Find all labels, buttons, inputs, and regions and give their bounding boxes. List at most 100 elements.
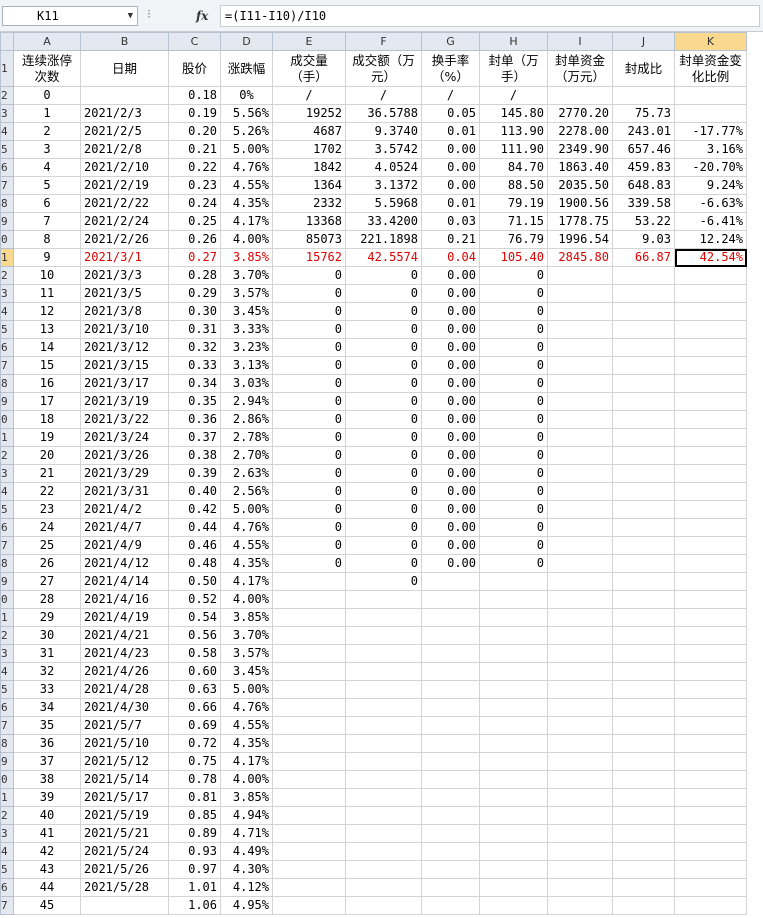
grid-cell[interactable] (272, 572, 346, 591)
grid-cell[interactable]: 21 (13, 464, 81, 483)
grid-cell[interactable]: 0.27 (168, 248, 221, 267)
grid-cell[interactable]: 2.86% (220, 410, 273, 429)
grid-cell[interactable] (674, 680, 747, 699)
grid-cell[interactable] (421, 770, 480, 789)
grid-cell[interactable]: 2 (13, 122, 81, 141)
header-cell[interactable]: 连续涨停次数 (13, 50, 81, 87)
grid-cell[interactable]: 32 (13, 662, 81, 681)
column-header[interactable]: J (612, 32, 675, 51)
grid-cell[interactable]: 40 (13, 806, 81, 825)
grid-cell[interactable] (612, 824, 675, 843)
grid-cell[interactable]: 0.33 (168, 356, 221, 375)
grid-cell[interactable]: 0.00 (421, 338, 480, 357)
grid-cell[interactable]: 9 (13, 248, 81, 267)
grid-cell[interactable] (612, 896, 675, 915)
grid-cell[interactable] (345, 680, 422, 699)
grid-cell[interactable]: 2021/3/5 (80, 284, 169, 303)
grid-cell[interactable]: 0.03 (421, 212, 480, 231)
grid-cell[interactable]: 1900.56 (547, 194, 613, 213)
grid-cell[interactable] (547, 896, 613, 915)
grid-cell[interactable] (421, 644, 480, 663)
grid-cell[interactable] (421, 896, 480, 915)
grid-cell[interactable]: 0 (345, 464, 422, 483)
grid-cell[interactable] (674, 338, 747, 357)
grid-cell[interactable]: 0.30 (168, 302, 221, 321)
grid-cell[interactable]: 0.85 (168, 806, 221, 825)
grid-cell[interactable]: 1778.75 (547, 212, 613, 231)
grid-cell[interactable] (80, 896, 169, 915)
row-header[interactable]: 0 (0, 410, 14, 429)
grid-cell[interactable]: 76.79 (479, 230, 548, 249)
grid-cell[interactable]: 2770.20 (547, 104, 613, 123)
grid-cell[interactable] (479, 878, 548, 897)
column-header[interactable]: G (421, 32, 480, 51)
grid-cell[interactable] (674, 374, 747, 393)
grid-cell[interactable] (421, 842, 480, 861)
grid-cell[interactable]: 2021/4/28 (80, 680, 169, 699)
column-header[interactable]: B (80, 32, 169, 51)
row-header[interactable]: 4 (0, 662, 14, 681)
grid-cell[interactable]: 0 (272, 284, 346, 303)
grid-cell[interactable]: 6 (13, 194, 81, 213)
row-header[interactable]: 0 (0, 590, 14, 609)
grid-cell[interactable]: 2021/3/19 (80, 392, 169, 411)
grid-cell[interactable]: 5.56% (220, 104, 273, 123)
grid-cell[interactable]: 0.66 (168, 698, 221, 717)
grid-cell[interactable] (421, 752, 480, 771)
grid-cell[interactable]: 0.60 (168, 662, 221, 681)
grid-cell[interactable]: 9.03 (612, 230, 675, 249)
grid-cell[interactable]: 2278.00 (547, 122, 613, 141)
grid-cell[interactable]: 3.85% (220, 248, 273, 267)
grid-cell[interactable]: 2021/2/10 (80, 158, 169, 177)
grid-cell[interactable] (421, 824, 480, 843)
grid-cell[interactable]: 0 (272, 446, 346, 465)
grid-cell[interactable]: 2021/5/21 (80, 824, 169, 843)
grid-cell[interactable]: 2332 (272, 194, 346, 213)
grid-cell[interactable]: 29 (13, 608, 81, 627)
grid-cell[interactable] (479, 806, 548, 825)
grid-cell[interactable] (547, 320, 613, 339)
grid-cell[interactable]: 0.00 (421, 266, 480, 285)
grid-cell[interactable]: 3.85% (220, 788, 273, 807)
grid-cell[interactable] (612, 572, 675, 591)
grid-cell[interactable]: 0.50 (168, 572, 221, 591)
grid-cell[interactable] (547, 878, 613, 897)
grid-cell[interactable] (612, 626, 675, 645)
grid-cell[interactable]: 0 (345, 266, 422, 285)
grid-cell[interactable]: 0.23 (168, 176, 221, 195)
grid-cell[interactable] (612, 86, 675, 105)
grid-cell[interactable]: 71.15 (479, 212, 548, 231)
grid-cell[interactable] (421, 788, 480, 807)
grid-cell[interactable] (612, 698, 675, 717)
grid-cell[interactable] (674, 590, 747, 609)
grid-cell[interactable] (272, 662, 346, 681)
grid-cell[interactable]: 2021/5/7 (80, 716, 169, 735)
grid-cell[interactable]: 15 (13, 356, 81, 375)
grid-cell[interactable] (547, 446, 613, 465)
grid-cell[interactable]: 0 (345, 284, 422, 303)
grid-cell[interactable] (272, 734, 346, 753)
grid-cell[interactable]: 0.38 (168, 446, 221, 465)
row-header[interactable]: 5 (0, 500, 14, 519)
grid-cell[interactable] (272, 644, 346, 663)
grid-cell[interactable] (345, 806, 422, 825)
grid-cell[interactable]: 37 (13, 752, 81, 771)
grid-cell[interactable]: 84.70 (479, 158, 548, 177)
grid-cell[interactable]: 1.01 (168, 878, 221, 897)
grid-cell[interactable]: 3.45% (220, 662, 273, 681)
insert-function-icon[interactable]: fx (196, 6, 216, 26)
grid-cell[interactable]: 2021/4/26 (80, 662, 169, 681)
grid-cell[interactable] (479, 590, 548, 609)
grid-cell[interactable]: 145.80 (479, 104, 548, 123)
grid-cell[interactable] (674, 770, 747, 789)
grid-cell[interactable]: 113.90 (479, 122, 548, 141)
row-header[interactable]: 5 (0, 320, 14, 339)
grid-cell[interactable]: 2021/5/24 (80, 842, 169, 861)
column-header[interactable]: F (345, 32, 422, 51)
grid-cell[interactable]: 4.55% (220, 536, 273, 555)
row-header[interactable]: 4 (0, 482, 14, 501)
grid-cell[interactable]: 45 (13, 896, 81, 915)
grid-cell[interactable]: 79.19 (479, 194, 548, 213)
grid-cell[interactable]: / (479, 86, 548, 105)
row-header[interactable]: 5 (0, 680, 14, 699)
